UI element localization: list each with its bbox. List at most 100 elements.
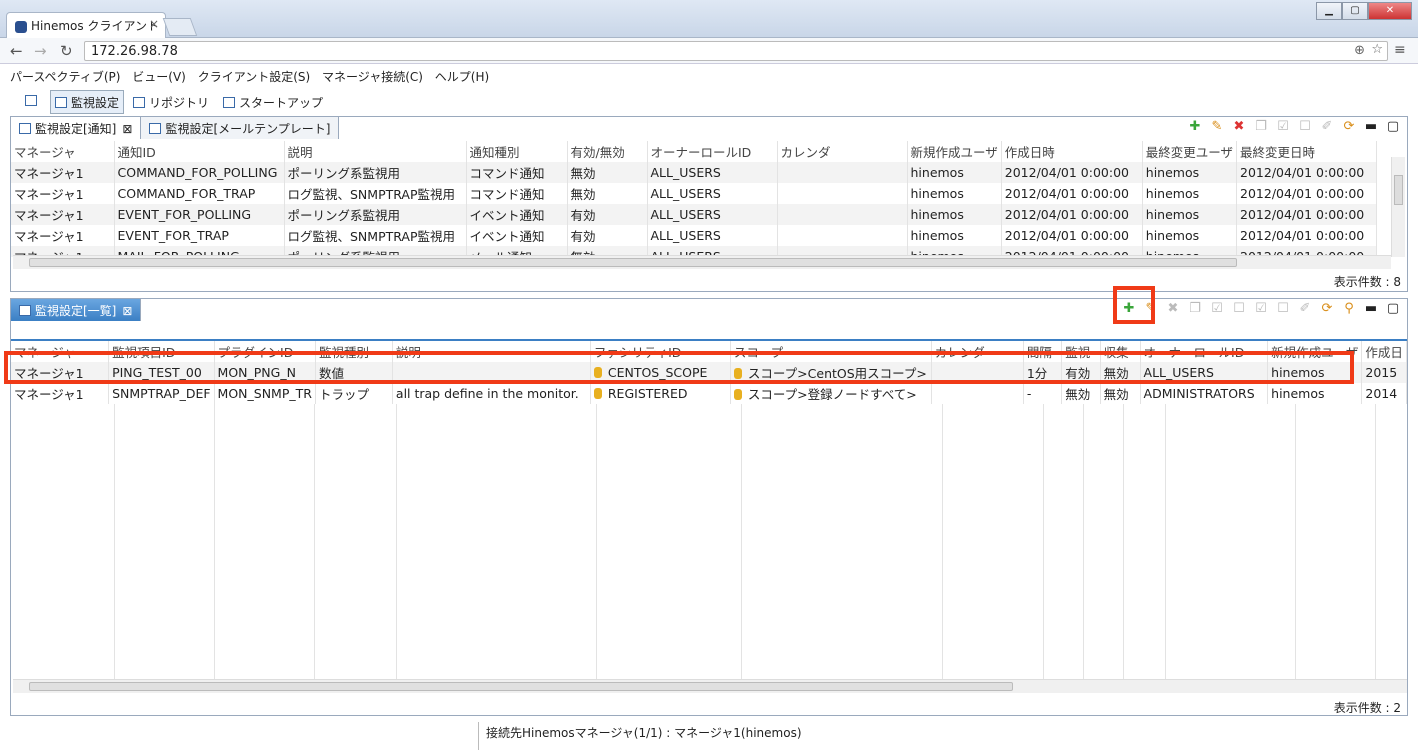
menu-client-settings[interactable]: クライアント設定(S) xyxy=(198,70,311,84)
forward-icon[interactable]: → xyxy=(34,42,47,60)
refresh-icon[interactable]: ⟳ xyxy=(1319,301,1335,316)
bookmark-star-icon[interactable]: ☆ xyxy=(1371,42,1383,57)
edit-icon[interactable]: ✎ xyxy=(1209,119,1225,134)
cell-modify-date: 2012/04/01 0:00:00 xyxy=(1236,183,1378,204)
column-header[interactable]: 説明 xyxy=(284,141,467,162)
cell-type: コマンド通知 xyxy=(466,183,568,204)
address-bar[interactable]: 172.26.98.78 ⊕ ☆ xyxy=(84,41,1388,61)
cell-owner-role: ADMINISTRATORS xyxy=(1140,383,1269,404)
table-icon xyxy=(19,123,31,134)
cell-calendar xyxy=(777,162,908,183)
copy-icon[interactable]: ❐ xyxy=(1187,301,1203,316)
disable-icon[interactable]: ☐ xyxy=(1297,119,1313,134)
cell-create-date: 2014 xyxy=(1361,383,1407,404)
cell-create-date: 2015 xyxy=(1361,362,1407,383)
cell-manager: マネージャ1 xyxy=(11,204,115,225)
connection-status: 接続先Hinemosマネージャ(1/1) : マネージャ1(hinemos) xyxy=(486,726,802,740)
cell-manager: マネージャ1 xyxy=(11,162,115,183)
browser-navbar: ← → ↻ 172.26.98.78 ⊕ ☆ ≡ xyxy=(0,38,1418,64)
perspective-startup[interactable]: スタートアップ xyxy=(218,90,328,114)
cell-create-date: 2012/04/01 0:00:00 xyxy=(1001,225,1143,246)
menu-view[interactable]: ビュー(V) xyxy=(132,70,186,84)
close-window-button[interactable]: ✕ xyxy=(1368,2,1412,20)
cell-manager: マネージャ1 xyxy=(11,183,115,204)
monitor-toolbar: ✚ ✎ ✖ ❐ ☑ ☐ ☑ ☐ ✐ ⟳ ⚲ ▬ ▢ xyxy=(1121,301,1401,316)
table-row[interactable]: マネージャ1 COMMAND_FOR_TRAP ログ監視、SNMPTRAP監視用 コマ… xyxy=(11,183,1378,204)
url-text: 172.26.98.78 xyxy=(91,44,178,59)
table-row[interactable]: マネージャ1 COMMAND_FOR_POLLING ポーリング系監視用 コマンド通知… xyxy=(11,162,1378,183)
delete-icon[interactable]: ✖ xyxy=(1231,119,1247,134)
cell-valid: 無効 xyxy=(567,162,648,183)
column-header[interactable]: カレンダ xyxy=(777,141,908,162)
tab-notify[interactable]: 監視設定[通知] ⊠ xyxy=(11,117,142,139)
table-row[interactable]: マネージャ1 SNMPTRAP_DEF MON_SNMP_TR トラップ all… xyxy=(11,383,1407,404)
copy-icon[interactable]: ❐ xyxy=(1253,119,1269,134)
cell-description: ログ監視、SNMPTRAP監視用 xyxy=(284,225,467,246)
enable-icon[interactable]: ☑ xyxy=(1209,301,1225,316)
new-tab-button[interactable] xyxy=(162,18,198,36)
scrollbar-thumb[interactable] xyxy=(29,682,1013,691)
maximize-window-button[interactable]: ▢ xyxy=(1342,2,1368,20)
maximize-view-icon[interactable]: ▢ xyxy=(1385,301,1401,316)
menu-perspective[interactable]: パースペクティブ(P) xyxy=(10,70,120,84)
notify-vertical-scrollbar[interactable] xyxy=(1391,157,1405,257)
filter-icon[interactable]: ⚲ xyxy=(1341,301,1357,316)
open-perspective-button[interactable] xyxy=(20,90,46,114)
tab-monitor-list[interactable]: 監視設定[一覧] ⊠ xyxy=(11,299,142,321)
cell-modify-user: hinemos xyxy=(1142,204,1238,225)
close-tab-icon[interactable]: ⊠ xyxy=(122,304,132,318)
cell-description: all trap define in the monitor. xyxy=(392,383,591,404)
scrollbar-thumb[interactable] xyxy=(29,258,1237,267)
browser-menu-icon[interactable]: ≡ xyxy=(1394,42,1406,58)
column-header[interactable]: 最終変更日時 xyxy=(1236,141,1378,162)
zoom-icon[interactable]: ⊕ xyxy=(1354,43,1365,58)
table-row[interactable]: マネージャ1 EVENT_FOR_TRAP ログ監視、SNMPTRAP監視用 イベント… xyxy=(11,225,1378,246)
close-tab-icon[interactable]: ⊠ xyxy=(122,122,132,136)
column-header[interactable]: 有効/無効 xyxy=(567,141,648,162)
column-header[interactable]: オーナーロールID xyxy=(647,141,778,162)
clear-icon[interactable]: ✐ xyxy=(1297,301,1313,316)
browser-tab-title: Hinemos クライアント xyxy=(31,19,159,33)
perspective-label: スタートアップ xyxy=(239,96,324,110)
cell-create-date: 2012/04/01 0:00:00 xyxy=(1001,183,1143,204)
close-tab-icon[interactable]: × xyxy=(149,17,159,31)
column-header[interactable]: 最終変更ユーザ xyxy=(1142,141,1238,162)
scope-icon xyxy=(733,389,742,400)
menu-manager-connection[interactable]: マネージャ接続(C) xyxy=(322,70,423,84)
cell-owner-role: ALL_USERS xyxy=(647,162,778,183)
monitor-horizontal-scrollbar[interactable] xyxy=(13,679,1407,693)
maximize-view-icon[interactable]: ▢ xyxy=(1385,119,1401,134)
delete-icon[interactable]: ✖ xyxy=(1165,301,1181,316)
collect-disable-icon[interactable]: ☐ xyxy=(1275,301,1291,316)
disable-icon[interactable]: ☐ xyxy=(1231,301,1247,316)
minimize-window-button[interactable]: ▁ xyxy=(1316,2,1342,20)
browser-tab[interactable]: Hinemos クライアント × xyxy=(6,12,166,38)
minimize-view-icon[interactable]: ▬ xyxy=(1363,301,1379,316)
clear-icon[interactable]: ✐ xyxy=(1319,119,1335,134)
column-header[interactable]: 通知ID xyxy=(114,141,285,162)
perspective-monitor-settings[interactable]: 監視設定 xyxy=(50,90,125,114)
column-header[interactable]: 新規作成ユーザ xyxy=(907,141,1002,162)
cell-type: コマンド通知 xyxy=(466,162,568,183)
cell-owner-role: ALL_USERS xyxy=(647,204,778,225)
column-header[interactable]: マネージャ xyxy=(11,141,115,162)
minimize-view-icon[interactable]: ▬ xyxy=(1363,119,1379,134)
column-header[interactable]: 通知種別 xyxy=(466,141,568,162)
column-header[interactable]: 作成日 xyxy=(1361,341,1407,362)
scrollbar-thumb[interactable] xyxy=(1394,175,1403,205)
reload-icon[interactable]: ↻ xyxy=(60,42,73,60)
cell-description: ポーリング系監視用 xyxy=(284,204,467,225)
cell-notify-id: COMMAND_FOR_POLLING xyxy=(114,162,285,183)
collect-enable-icon[interactable]: ☑ xyxy=(1253,301,1269,316)
menu-help[interactable]: ヘルプ(H) xyxy=(435,70,489,84)
back-icon[interactable]: ← xyxy=(10,42,23,60)
notify-horizontal-scrollbar[interactable] xyxy=(13,255,1391,269)
perspective-repository[interactable]: リポジトリ xyxy=(128,90,214,114)
column-header[interactable]: 作成日時 xyxy=(1001,141,1143,162)
refresh-icon[interactable]: ⟳ xyxy=(1341,119,1357,134)
table-row[interactable]: マネージャ1 EVENT_FOR_POLLING ポーリング系監視用 イベント通知 有効… xyxy=(11,204,1378,225)
tab-mail-template[interactable]: 監視設定[メールテンプレート] xyxy=(141,117,340,139)
cell-valid: 有効 xyxy=(567,225,648,246)
add-icon[interactable]: ✚ xyxy=(1187,119,1203,134)
enable-icon[interactable]: ☑ xyxy=(1275,119,1291,134)
